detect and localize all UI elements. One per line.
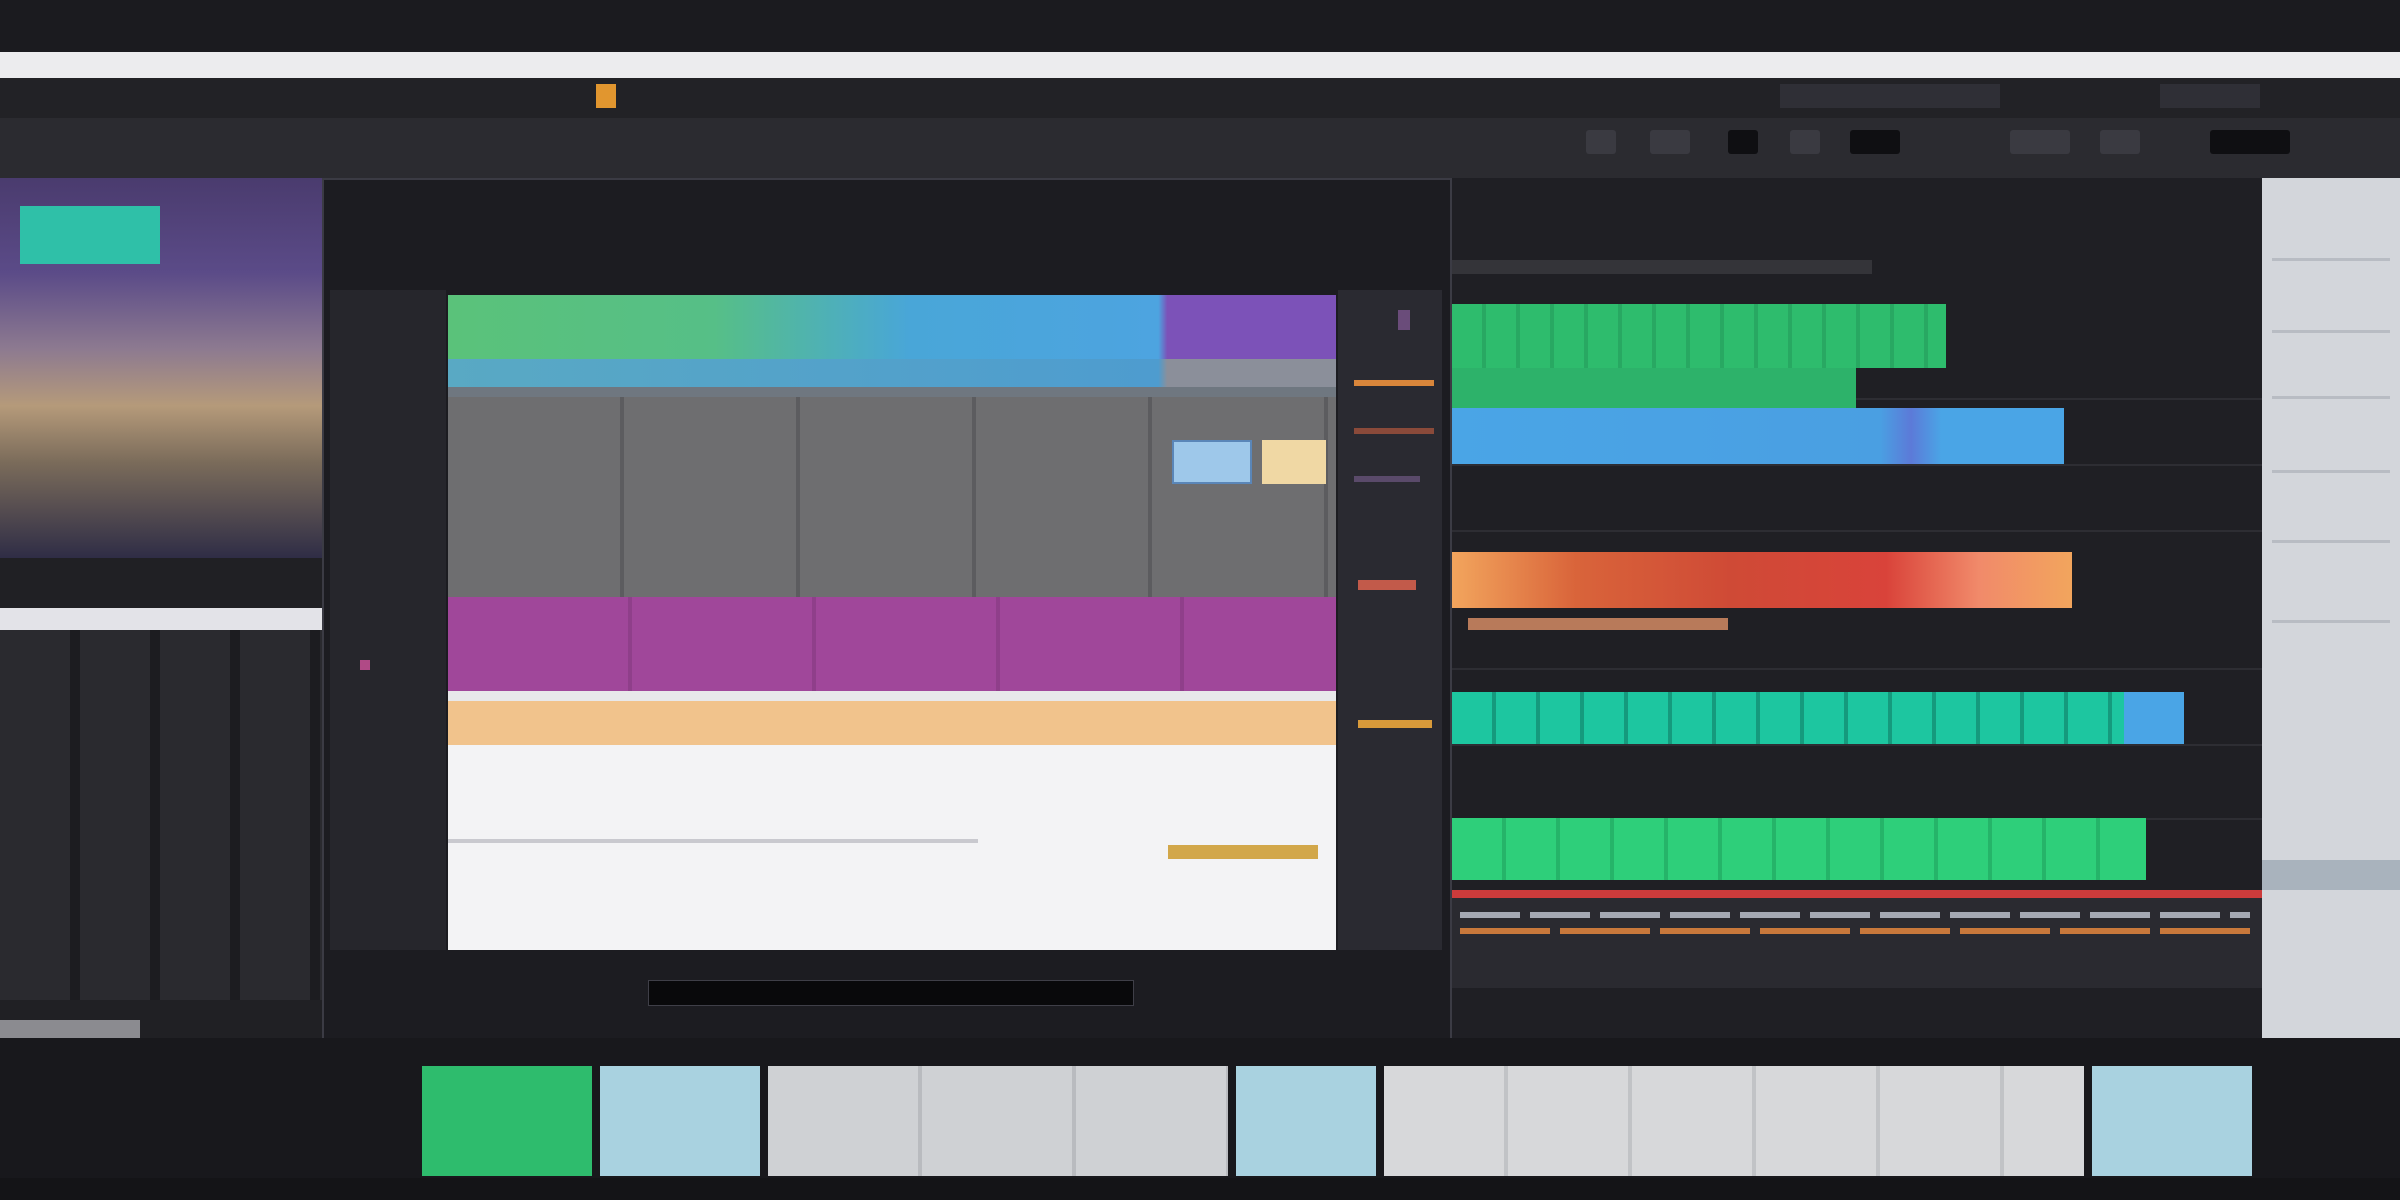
trim-tool-button[interactable]	[1790, 130, 1820, 154]
view-button[interactable]	[2100, 130, 2140, 154]
track-divider	[1452, 464, 2262, 466]
title-bar	[0, 0, 2400, 52]
search-input[interactable]	[2160, 84, 2260, 108]
bottom-clip-green[interactable]	[422, 1066, 592, 1176]
bottom-clip-gray[interactable]	[768, 1066, 1228, 1176]
preview-canvas[interactable]	[448, 295, 1336, 950]
preview-mid-grid	[448, 397, 1336, 597]
cursor-tool-button[interactable]	[1586, 130, 1616, 154]
marker-strip	[1460, 912, 2250, 918]
preview-text-line	[448, 839, 978, 843]
preview-scrub-line[interactable]	[448, 387, 1336, 397]
dialog-options-panel	[1338, 290, 1442, 950]
timeline-header	[1452, 260, 1872, 274]
bottom-clip-blue[interactable]	[600, 1066, 760, 1176]
snap-button[interactable]	[1850, 130, 1900, 154]
audio-clip-green[interactable]	[1452, 818, 2146, 880]
inspector-field[interactable]	[2272, 396, 2390, 399]
render-button[interactable]	[2210, 130, 2290, 154]
video-clip-green-tail[interactable]	[1452, 368, 1856, 408]
preview-peach-band	[448, 701, 1336, 745]
select-tool-button[interactable]	[1728, 130, 1758, 154]
bottom-clip-blue-3[interactable]	[2092, 1066, 2252, 1176]
option-slider[interactable]	[1354, 380, 1434, 386]
main-toolbar	[0, 78, 2400, 118]
marker-strip-2	[1460, 928, 2250, 934]
selection-box[interactable]	[1172, 440, 1252, 484]
thumbnail-highlight	[20, 206, 160, 264]
track-divider	[1452, 668, 2262, 670]
option-flag-icon	[1398, 310, 1410, 330]
audio-clip-waveform	[1468, 618, 1728, 630]
option-value-bar[interactable]	[1358, 720, 1432, 728]
inspector-field[interactable]	[2272, 258, 2390, 261]
bottom-clip-blue-2[interactable]	[1236, 1066, 1376, 1176]
option-slider-3[interactable]	[1354, 476, 1420, 482]
menu-bar	[0, 52, 2400, 78]
color-dot-icon	[360, 660, 370, 670]
audio-clip-blue-end[interactable]	[2124, 692, 2184, 744]
audio-clip-red[interactable]	[1452, 552, 2072, 608]
option-toggle[interactable]	[1358, 580, 1416, 590]
media-scrollbar[interactable]	[0, 608, 322, 630]
blade-tool-button[interactable]	[1650, 130, 1690, 154]
preview-band-top	[448, 295, 1336, 359]
inspector-tab[interactable]	[2262, 860, 2400, 890]
export-button[interactable]	[648, 980, 1134, 1006]
preview-white-area	[448, 745, 1336, 950]
preview-highlight-chip[interactable]	[1168, 845, 1318, 859]
preview-band-2	[448, 359, 1336, 387]
inspector-panel	[2262, 178, 2400, 1178]
inspector-field[interactable]	[2272, 620, 2390, 623]
zoom-button[interactable]	[2010, 130, 2070, 154]
timeline-metadata	[1452, 898, 2262, 988]
media-list	[0, 630, 322, 1000]
option-slider-2[interactable]	[1354, 428, 1434, 434]
track-divider	[1452, 530, 2262, 532]
video-clip-blue[interactable]	[1452, 408, 2064, 464]
track-divider	[1452, 744, 2262, 746]
video-clip-green[interactable]	[1452, 304, 1946, 368]
bottom-clip-gray-2[interactable]	[1384, 1066, 2084, 1176]
timeline-ruler[interactable]	[1452, 890, 2262, 898]
preview-purple-band	[448, 597, 1336, 691]
secondary-toolbar	[0, 118, 2400, 178]
dialog-sidebar	[330, 290, 446, 950]
inspector-field[interactable]	[2272, 470, 2390, 473]
playhead-marker[interactable]	[596, 84, 616, 108]
inspector-field[interactable]	[2272, 540, 2390, 543]
audio-clip-teal[interactable]	[1452, 692, 2184, 744]
inspector-field[interactable]	[2272, 330, 2390, 333]
transport-controls[interactable]	[1780, 84, 2000, 108]
selection-swatch[interactable]	[1262, 440, 1326, 484]
